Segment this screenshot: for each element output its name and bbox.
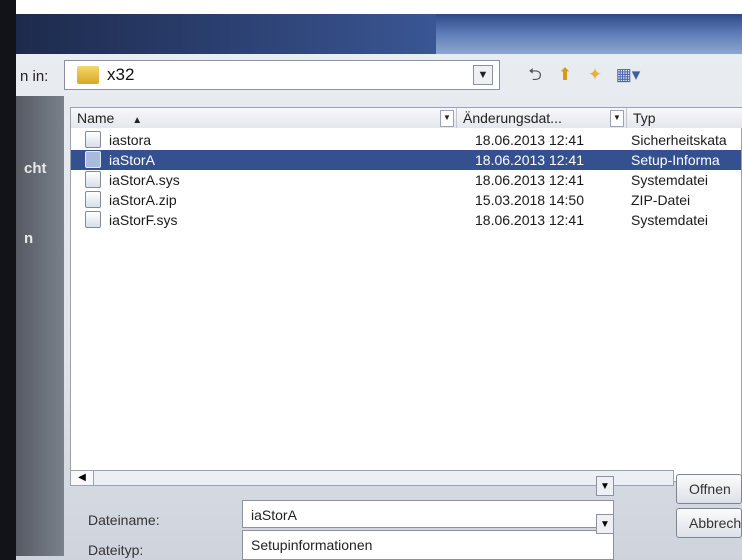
file-row[interactable]: iaStorA.zip 15.03.2018 14:50 ZIP-Datei — [71, 190, 741, 210]
file-date: 18.06.2013 12:41 — [475, 132, 584, 148]
column-header-date[interactable]: Änderungsdat... ▼ — [457, 108, 627, 128]
file-name: iaStorA — [109, 152, 155, 168]
filename-dropdown-icon[interactable]: ▼ — [596, 476, 614, 496]
column-header-name[interactable]: Name ▲ ▼ — [71, 108, 457, 128]
file-name: iaStorA.zip — [109, 192, 177, 208]
monitor-bezel — [0, 0, 16, 560]
place-item-label[interactable]: cht — [24, 160, 47, 177]
filename-label: Dateiname: — [88, 512, 160, 528]
sort-ascending-icon: ▲ — [132, 115, 143, 126]
back-icon[interactable]: ⮌ — [524, 64, 546, 86]
catalog-file-icon — [85, 131, 101, 148]
file-row[interactable]: iaStorF.sys 18.06.2013 12:41 Systemdatei — [71, 210, 741, 230]
screen-photo: n in: x32 ▼ ⮌ ⬆ ✦ ▦▾ cht n Name ▲ ▼ Ände… — [0, 0, 742, 560]
file-type: ZIP-Datei — [631, 192, 691, 208]
file-type: Sicherheitskata — [631, 132, 727, 148]
file-date: 18.06.2013 12:41 — [475, 172, 584, 188]
filetype-label: Dateityp: — [88, 542, 144, 558]
file-date: 18.06.2013 12:41 — [475, 152, 584, 168]
filetype-dropdown-icon[interactable]: ▼ — [596, 514, 614, 534]
file-row-selected[interactable]: iaStorA 18.06.2013 12:41 Setup-Informa — [71, 150, 741, 170]
new-folder-icon[interactable]: ✦ — [584, 64, 606, 86]
file-date: 15.03.2018 14:50 — [475, 192, 584, 208]
file-name: iastora — [109, 132, 152, 148]
scroll-left-icon[interactable]: ◀ — [71, 471, 94, 485]
column-filter-icon[interactable]: ▼ — [610, 110, 624, 127]
column-filter-icon[interactable]: ▼ — [440, 110, 454, 127]
file-date: 18.06.2013 12:41 — [475, 212, 584, 228]
setup-info-file-icon — [85, 151, 101, 168]
file-row[interactable]: iaStorA.sys 18.06.2013 12:41 Systemdatei — [71, 170, 741, 190]
file-name: iaStorF.sys — [109, 212, 178, 228]
photo-top-border — [0, 0, 742, 14]
folder-icon — [77, 66, 99, 84]
filename-input[interactable]: iaStorA — [242, 500, 614, 528]
open-button[interactable]: Offnen — [676, 474, 742, 504]
column-header-type[interactable]: Typ — [627, 108, 742, 128]
zip-file-icon — [85, 191, 101, 208]
file-type: Systemdatei — [631, 172, 709, 188]
file-row[interactable]: iastora 18.06.2013 12:41 Sicherheitskata — [71, 130, 741, 150]
filetype-select[interactable]: Setupinformationen — [242, 530, 614, 560]
chevron-down-icon[interactable]: ▼ — [473, 65, 493, 85]
column-header-name-label: Name — [77, 110, 115, 126]
look-in-dropdown[interactable]: x32 ▼ — [64, 60, 500, 90]
system-file-icon — [85, 211, 101, 228]
file-name: iaStorA.sys — [109, 172, 180, 188]
column-header-type-label: Typ — [633, 110, 656, 126]
dialog-title-bar — [16, 14, 742, 54]
current-folder-name: x32 — [107, 65, 135, 84]
column-header-date-label: Änderungsdat... — [463, 110, 562, 126]
file-type: Systemdatei — [631, 212, 709, 228]
up-folder-icon[interactable]: ⬆ — [554, 64, 576, 86]
system-file-icon — [85, 171, 101, 188]
places-bar: cht n — [16, 96, 64, 556]
view-menu-icon[interactable]: ▦▾ — [612, 64, 644, 86]
look-in-label: n in: — [20, 68, 49, 85]
cancel-button[interactable]: Abbreche — [676, 508, 742, 538]
file-type: Setup-Informa — [631, 152, 720, 168]
horizontal-scrollbar[interactable]: ◀ — [70, 470, 674, 486]
file-list[interactable]: Name ▲ ▼ Änderungsdat... ▼ Typ iastora 1… — [70, 107, 742, 482]
place-item-label[interactable]: n — [24, 230, 33, 247]
